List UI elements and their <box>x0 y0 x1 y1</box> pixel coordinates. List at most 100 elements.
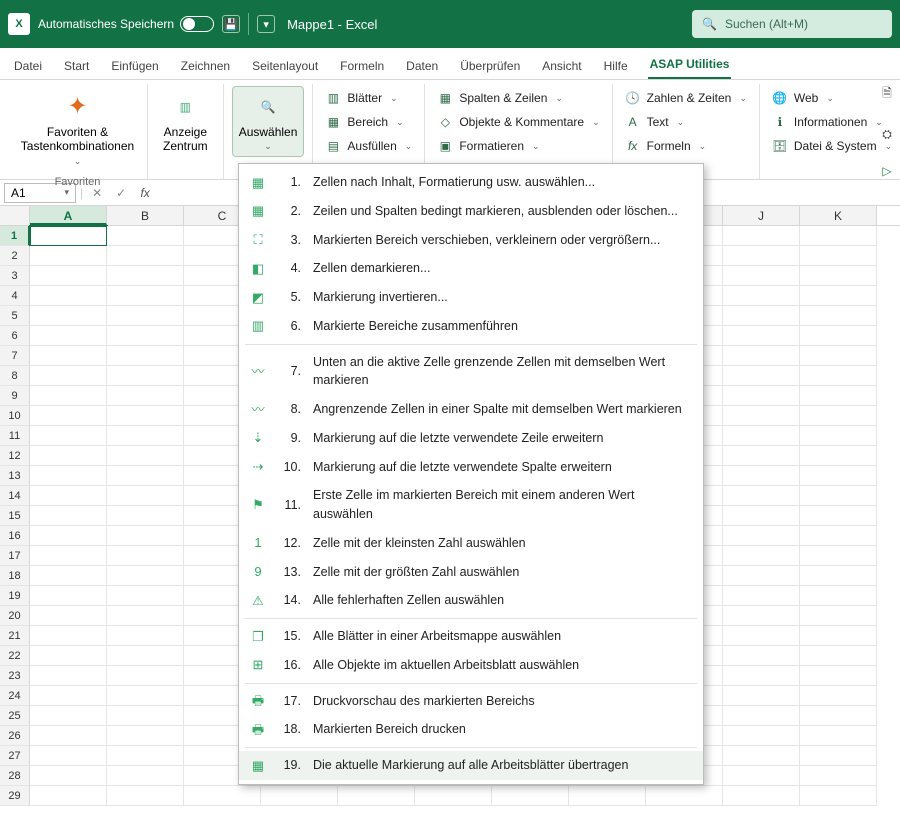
row-header[interactable]: 27 <box>0 746 30 766</box>
cell[interactable] <box>30 646 107 666</box>
cell[interactable] <box>800 666 877 686</box>
cell[interactable] <box>800 486 877 506</box>
cell[interactable] <box>30 526 107 546</box>
cell[interactable] <box>30 466 107 486</box>
menu-item[interactable]: 913.Zelle mit der größten Zahl auswählen <box>239 558 703 587</box>
cell[interactable] <box>338 786 415 806</box>
cell[interactable] <box>800 346 877 366</box>
cell[interactable] <box>723 466 800 486</box>
column-header[interactable]: K <box>800 206 877 225</box>
menu-item[interactable]: ❐15.Alle Blätter in einer Arbeitsmappe a… <box>239 622 703 651</box>
cell[interactable] <box>723 726 800 746</box>
cell[interactable] <box>184 786 261 806</box>
cell[interactable] <box>30 546 107 566</box>
cell[interactable] <box>723 626 800 646</box>
cell[interactable] <box>800 606 877 626</box>
tab-start[interactable]: Start <box>62 53 91 79</box>
cell[interactable] <box>723 686 800 706</box>
anzeige-zentrum-button[interactable]: ▥ Anzeige Zentrum <box>156 86 215 159</box>
cell[interactable] <box>800 466 877 486</box>
menu-item[interactable]: ▦2.Zeilen und Spalten bedingt markieren,… <box>239 197 703 226</box>
menu-item[interactable]: ⛶3.Markierten Bereich verschieben, verkl… <box>239 226 703 255</box>
cell[interactable] <box>107 686 184 706</box>
row-header[interactable]: 21 <box>0 626 30 646</box>
menu-item[interactable]: ⊞16.Alle Objekte im aktuellen Arbeitsbla… <box>239 651 703 680</box>
tab-hilfe[interactable]: Hilfe <box>602 53 630 79</box>
row-header[interactable]: 26 <box>0 726 30 746</box>
cell[interactable] <box>107 446 184 466</box>
row-header[interactable]: 17 <box>0 546 30 566</box>
menu-item[interactable]: ◩5.Markierung invertieren... <box>239 283 703 312</box>
cell[interactable] <box>723 666 800 686</box>
cmd-spalten-zeilen[interactable]: ▦Spalten & Zeilen⌄ <box>433 88 603 108</box>
search-input[interactable]: 🔍 Suchen (Alt+M) <box>692 10 892 38</box>
doc-icon[interactable]: 🗎 <box>878 84 896 105</box>
row-header[interactable]: 10 <box>0 406 30 426</box>
cmd-formeln[interactable]: fxFormeln⌄ <box>621 136 751 156</box>
cell[interactable] <box>723 246 800 266</box>
cmd-datei-system[interactable]: 🗄Datei & System⌄ <box>768 136 896 156</box>
cell[interactable] <box>107 406 184 426</box>
menu-item[interactable]: 🖶18.Markierten Bereich drucken <box>239 715 703 744</box>
cell[interactable] <box>800 586 877 606</box>
cell[interactable] <box>723 286 800 306</box>
cell[interactable] <box>800 366 877 386</box>
cell[interactable] <box>800 426 877 446</box>
row-header[interactable]: 24 <box>0 686 30 706</box>
menu-item[interactable]: ▦19.Die aktuelle Markierung auf alle Arb… <box>239 751 703 780</box>
row-header[interactable]: 12 <box>0 446 30 466</box>
cell[interactable] <box>30 386 107 406</box>
cell[interactable] <box>800 746 877 766</box>
tab-formeln[interactable]: Formeln <box>338 53 386 79</box>
column-header[interactable]: A <box>30 206 107 225</box>
cell[interactable] <box>107 606 184 626</box>
cell[interactable] <box>800 446 877 466</box>
menu-item[interactable]: 112.Zelle mit der kleinsten Zahl auswähl… <box>239 529 703 558</box>
cell[interactable] <box>723 746 800 766</box>
cell[interactable] <box>30 666 107 686</box>
cell[interactable] <box>30 426 107 446</box>
column-header[interactable]: B <box>107 206 184 225</box>
row-header[interactable]: 20 <box>0 606 30 626</box>
cmd-web[interactable]: 🌐Web⌄ <box>768 88 896 108</box>
cell[interactable] <box>723 506 800 526</box>
menu-item[interactable]: 🖶17.Druckvorschau des markierten Bereich… <box>239 687 703 716</box>
cell[interactable] <box>30 486 107 506</box>
cell[interactable] <box>107 766 184 786</box>
cmd-zahlen-zeiten[interactable]: 🕓Zahlen & Zeiten⌄ <box>621 88 751 108</box>
cell[interactable] <box>107 326 184 346</box>
cell[interactable] <box>646 786 723 806</box>
cell[interactable] <box>723 546 800 566</box>
cell[interactable] <box>723 426 800 446</box>
cell[interactable] <box>30 446 107 466</box>
cell[interactable] <box>723 386 800 406</box>
cell[interactable] <box>800 546 877 566</box>
cell[interactable] <box>800 526 877 546</box>
cmd-ausfuellen[interactable]: ▤Ausfüllen⌄ <box>321 136 416 156</box>
row-header[interactable]: 14 <box>0 486 30 506</box>
cell[interactable] <box>800 706 877 726</box>
cell[interactable] <box>30 766 107 786</box>
cell[interactable] <box>800 326 877 346</box>
row-header[interactable]: 19 <box>0 586 30 606</box>
column-header[interactable]: J <box>723 206 800 225</box>
cell[interactable] <box>723 646 800 666</box>
row-header[interactable]: 16 <box>0 526 30 546</box>
cell[interactable] <box>107 526 184 546</box>
cell[interactable] <box>800 246 877 266</box>
row-header[interactable]: 8 <box>0 366 30 386</box>
cell[interactable] <box>800 766 877 786</box>
cell[interactable] <box>800 386 877 406</box>
cell[interactable] <box>107 286 184 306</box>
cell[interactable] <box>107 246 184 266</box>
cell[interactable] <box>107 346 184 366</box>
menu-item[interactable]: ⇣9.Markierung auf die letzte verwendete … <box>239 424 703 453</box>
row-header[interactable]: 7 <box>0 346 30 366</box>
row-header[interactable]: 3 <box>0 266 30 286</box>
cmd-objekte-kommentare[interactable]: ◇Objekte & Kommentare⌄ <box>433 112 603 132</box>
cell[interactable] <box>723 226 800 246</box>
cell[interactable] <box>800 566 877 586</box>
cmd-text[interactable]: AText⌄ <box>621 112 751 132</box>
cell[interactable] <box>107 366 184 386</box>
cell[interactable] <box>30 326 107 346</box>
